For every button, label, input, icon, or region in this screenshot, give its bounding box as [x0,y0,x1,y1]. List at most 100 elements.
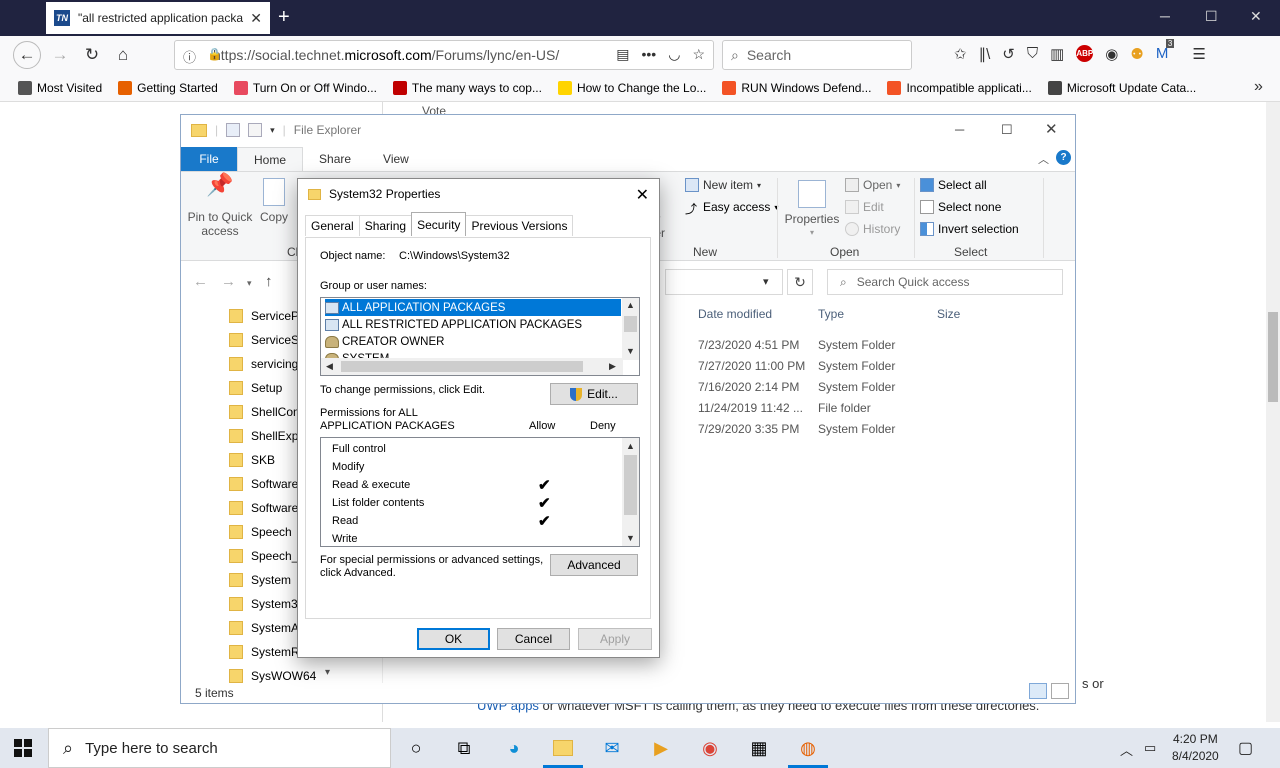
forward-icon[interactable]: → [48,43,72,67]
user-list-item[interactable]: ALL RESTRICTED APPLICATION PACKAGES [325,316,621,333]
tray-expand-icon[interactable]: ︿ [1120,740,1133,759]
quick-properties-icon[interactable] [226,123,241,137]
explorer-refresh-icon[interactable]: ↻ [787,269,813,295]
bookmarks-overflow-icon[interactable]: » [1254,78,1263,96]
addon-icon[interactable]: ⚉ [1130,45,1143,63]
ribbon-tab-file[interactable]: File [181,147,237,171]
ribbon-collapse-icon[interactable]: ︿ [1038,151,1049,167]
dialog-tab-previous-versions[interactable]: Previous Versions [465,215,574,236]
sidebar-icon[interactable]: ▥ [1050,45,1064,63]
windows-start-icon[interactable] [14,739,32,757]
easy-access-button[interactable]: ⤴Easy access▾ [685,200,778,216]
explorer-back-icon[interactable]: ← [193,273,208,290]
details-view-icon[interactable] [1029,683,1047,699]
ok-button[interactable]: OK [417,628,490,650]
tree-expand-icon[interactable]: ▾ [325,667,330,678]
tree-item[interactable]: SysWOW64 [229,669,316,683]
select-none-button[interactable]: Select none [920,200,1001,214]
tree-item[interactable]: Speech_O [229,549,308,563]
dialog-close-icon[interactable]: ✕ [636,185,649,205]
tree-item[interactable]: ServicePr [229,309,303,323]
qa-dropdown-icon[interactable]: ▾ [270,125,275,136]
explorer-maximize-icon[interactable]: ☐ [1001,122,1013,138]
explorer-search-input[interactable]: ⌕ Search Quick access [827,269,1063,295]
minimize-icon[interactable]: ─ [1160,8,1170,24]
account-icon[interactable]: ◉ [1105,45,1118,63]
open-button[interactable]: Open ▾ [845,178,900,192]
back-icon[interactable]: ← [13,41,41,69]
edit-permissions-button[interactable]: Edit... [550,383,638,405]
tree-item[interactable]: Setup [229,381,282,395]
user-list[interactable]: SYSTEMCREATOR OWNERALL RESTRICTED APPLIC… [320,297,640,376]
column-size[interactable]: Size [937,307,960,321]
edge-icon[interactable]: ◕ [502,736,526,760]
reader-view-icon[interactable]: ▤ [616,46,629,63]
tree-item[interactable]: Speech [229,525,292,539]
tree-item[interactable]: System [229,573,291,587]
menu-icon[interactable]: ☰ [1192,45,1205,63]
tab-close-icon[interactable]: ✕ [250,10,262,27]
tree-item[interactable]: SystemRe [229,645,306,659]
ribbon-tab-share[interactable]: Share [303,147,367,171]
advanced-button[interactable]: Advanced [550,554,638,576]
address-dropdown-icon[interactable]: ▾ [763,275,769,288]
task-view-icon[interactable]: ⧉ [452,736,476,760]
pocket-icon[interactable]: ◡ [668,46,680,63]
chrome-icon[interactable]: ◉ [698,736,722,760]
info-icon[interactable]: ⓘ [183,47,196,66]
tree-item[interactable]: ShellCom [229,405,303,419]
history-button[interactable]: History [845,222,900,236]
taskbar-search-input[interactable]: ⌕ Type here to search [48,728,391,768]
bookmark-item[interactable]: The many ways to cop... [392,80,542,95]
bookmark-item[interactable]: Incompatible applicati... [887,80,1032,95]
notifications-icon[interactable]: ▢ [1238,738,1253,758]
help-icon[interactable]: ? [1056,150,1071,165]
ribbon-tab-view[interactable]: View [367,147,425,171]
tree-item[interactable]: servicing [229,357,298,371]
new-item-button[interactable]: New item ▾ [685,178,761,192]
url-text[interactable]: https://social.technet.microsoft.com/For… [213,47,563,63]
tree-item[interactable]: System32 [229,597,304,611]
ribbon-tab-home[interactable]: Home [237,147,304,171]
adblock-icon[interactable]: ABP [1076,45,1094,62]
user-list-vscroll[interactable]: ▲ ▼ [622,298,639,360]
malwarebytes-icon[interactable]: M3 [1156,39,1175,63]
column-date-modified[interactable]: Date modified [698,307,772,321]
bookmarks-star-icon[interactable]: ✩ [954,45,967,63]
search-input[interactable]: ⌕ Search [722,40,912,70]
large-icons-view-icon[interactable] [1051,683,1069,699]
copy-button[interactable]: Copy [255,178,293,224]
tree-item[interactable]: SKB [229,453,275,467]
properties-button[interactable]: Properties ▾ [783,180,841,240]
bookmark-item[interactable]: How to Change the Lo... [557,80,706,95]
bookmark-item[interactable]: RUN Windows Defend... [722,80,871,95]
user-list-item[interactable]: ALL APPLICATION PACKAGES [325,299,621,316]
bookmark-item[interactable]: Microsoft Update Cata... [1047,80,1196,95]
page-scrollbar[interactable] [1266,102,1280,722]
browser-tab[interactable]: TN "all restricted application packa ✕ [46,2,270,34]
explorer-minimize-icon[interactable]: ─ [955,122,964,137]
home-icon[interactable]: ⌂ [111,43,135,67]
explorer-close-icon[interactable]: ✕ [1045,120,1058,138]
mail-icon[interactable]: ✉ [600,736,624,760]
file-explorer-taskbar-icon[interactable] [551,736,575,760]
up-icon[interactable]: ↑ [265,273,273,290]
tree-item[interactable]: SystemAp [229,621,306,635]
url-bar[interactable]: ⓘ 🔒 https://social.technet.microsoft.com… [174,40,714,70]
column-type[interactable]: Type [818,307,844,321]
new-tab-icon[interactable]: + [278,6,290,29]
cancel-button[interactable]: Cancel [497,628,570,650]
dialog-tab-security[interactable]: Security [411,212,467,236]
page-actions-icon[interactable]: ••• [642,46,657,63]
bookmark-item[interactable]: Turn On or Off Windo... [233,80,377,95]
shield-addon-icon[interactable]: ⛉ [1027,45,1038,63]
explorer-forward-icon[interactable]: → [221,273,236,290]
user-list-hscroll[interactable]: ◀ ▶ [321,358,623,375]
close-window-icon[interactable]: ✕ [1250,8,1262,25]
library-icon[interactable]: ∥\ [979,45,991,63]
firefox-taskbar-icon[interactable]: ◍ [796,736,820,760]
maximize-icon[interactable]: ☐ [1205,8,1218,25]
bookmark-item[interactable]: Most Visited [18,80,102,95]
select-all-button[interactable]: Select all [920,178,987,192]
new-folder-qa-icon[interactable] [248,123,263,137]
